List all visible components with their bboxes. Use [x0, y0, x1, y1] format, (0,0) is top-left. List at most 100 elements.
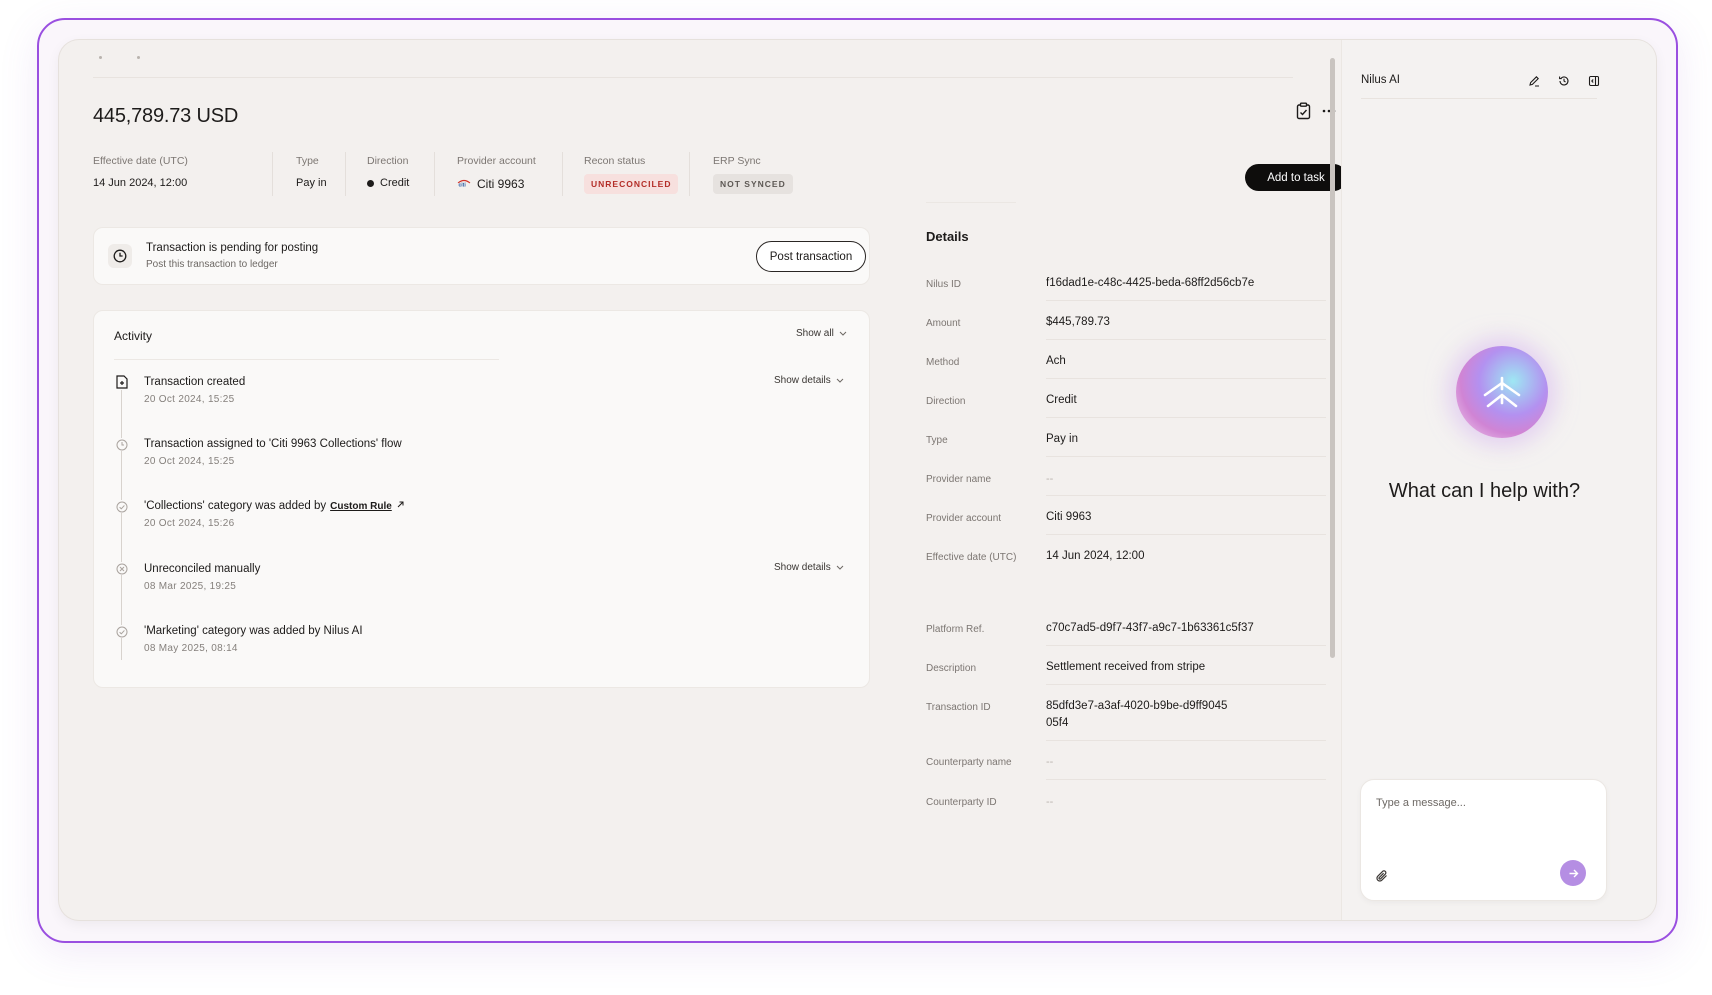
event-title: Transaction assigned to 'Citi 9963 Colle… — [144, 438, 402, 450]
detail-label: Description — [926, 663, 977, 674]
divider — [1361, 98, 1597, 99]
event-title-text: 'Collections' category was added by — [144, 500, 327, 512]
detail-value: -- — [1046, 796, 1054, 808]
divider — [1046, 339, 1326, 340]
clock-icon — [115, 438, 128, 451]
detail-label: Amount — [926, 318, 961, 329]
detail-label: Type — [926, 435, 948, 446]
citi-logo-icon: citi — [457, 178, 471, 190]
chevron-down-icon — [836, 375, 844, 386]
scrollbar[interactable] — [1330, 58, 1335, 658]
meta-erp-sync: ERP Sync NOT SYNCED — [713, 155, 793, 194]
nilus-ai-logo-icon — [1456, 346, 1548, 438]
event-time: 08 Mar 2025, 19:25 — [144, 581, 237, 592]
event-title: 'Marketing' category was added by Nilus … — [144, 625, 363, 637]
panel-toggle-icon[interactable] — [1582, 69, 1606, 93]
divider — [1046, 300, 1326, 301]
detail-label: Platform Ref. — [926, 624, 985, 635]
meta-value: citi Citi 9963 — [457, 177, 536, 191]
detail-label: Nilus ID — [926, 279, 962, 290]
meta-direction: Direction Credit — [367, 155, 409, 189]
meta-separator — [272, 152, 273, 196]
show-details-button[interactable]: Show details — [774, 562, 844, 573]
history-icon[interactable] — [1552, 69, 1576, 93]
activity-card: Activity Show all Transaction created 20… — [93, 310, 870, 688]
detail-label: Provider name — [926, 474, 992, 485]
detail-value: 14 Jun 2024, 12:00 — [1046, 550, 1145, 562]
meta-separator — [434, 152, 435, 196]
meta-value: Pay in — [296, 177, 327, 189]
credit-dot-icon — [367, 179, 374, 187]
show-all-label: Show all — [796, 328, 834, 339]
app-window: 445,789.73 USD Effective date (UTC) 14 J… — [59, 40, 1656, 920]
meta-separator — [689, 152, 690, 196]
divider — [1046, 779, 1326, 780]
more-horizontal-icon[interactable] — [1317, 99, 1341, 123]
file-plus-icon — [114, 374, 129, 389]
detail-value: Pay in — [1046, 433, 1078, 445]
x-circle-icon — [115, 562, 128, 575]
event-time: 08 May 2025, 08:14 — [144, 643, 238, 654]
clipboard-icon[interactable] — [1291, 99, 1315, 123]
meta-value: 14 Jun 2024, 12:00 — [93, 177, 188, 189]
meta-label: Recon status — [584, 155, 646, 167]
detail-label: Direction — [926, 396, 966, 407]
svg-text:citi: citi — [459, 183, 467, 187]
meta-effective-date: Effective date (UTC) 14 Jun 2024, 12:00 — [93, 155, 188, 189]
show-details-button[interactable]: Show details — [774, 375, 844, 386]
detail-value: c70c7ad5-d9f7-43f7-a9c7-1b63361c5f37 — [1046, 622, 1254, 634]
provider-account-value: Citi 9963 — [477, 177, 525, 191]
detail-value: -- — [1046, 473, 1054, 485]
edit-icon[interactable] — [1522, 69, 1546, 93]
send-button[interactable] — [1560, 860, 1586, 886]
detail-value: Settlement received from stripe — [1046, 661, 1206, 673]
divider — [1046, 645, 1326, 646]
external-link-icon[interactable] — [396, 500, 405, 512]
meta-label: ERP Sync — [713, 155, 761, 167]
detail-label: Counterparty ID — [926, 797, 997, 808]
check-circle-icon — [115, 500, 128, 513]
meta-label: Provider account — [457, 155, 536, 167]
meta-recon-status: Recon status UNRECONCILED — [584, 155, 679, 194]
meta-separator — [345, 152, 346, 196]
breadcrumb-dot — [99, 56, 102, 59]
attachment-icon[interactable] — [1375, 869, 1389, 888]
timeline-line — [121, 390, 122, 660]
meta-type: Type Pay in — [296, 155, 327, 189]
event-title: Unreconciled manually — [144, 563, 261, 575]
divider — [1046, 456, 1326, 457]
show-all-button[interactable]: Show all — [796, 328, 847, 339]
divider — [1046, 740, 1326, 741]
divider — [1046, 417, 1326, 418]
event-time: 20 Oct 2024, 15:25 — [144, 456, 235, 467]
divider — [1046, 684, 1326, 685]
detail-value: f16dad1e-c48c-4425-beda-68ff2d56cb7e — [1046, 277, 1255, 289]
detail-value: Ach — [1046, 355, 1066, 367]
event-time: 20 Oct 2024, 15:26 — [144, 518, 235, 529]
event-time: 20 Oct 2024, 15:25 — [144, 394, 235, 405]
divider — [1046, 378, 1326, 379]
meta-value: Credit — [367, 177, 409, 189]
erp-sync-badge: NOT SYNCED — [713, 174, 793, 194]
divider — [114, 359, 499, 360]
divider — [1046, 534, 1326, 535]
detail-value: -- — [1046, 756, 1054, 768]
pending-title: Transaction is pending for posting — [146, 242, 319, 254]
show-details-label: Show details — [774, 375, 831, 386]
message-input[interactable]: Type a message... — [1376, 797, 1466, 809]
message-input-box[interactable]: Type a message... — [1360, 779, 1607, 901]
custom-rule-link[interactable]: Custom Rule — [330, 501, 392, 512]
post-transaction-button[interactable]: Post transaction — [756, 241, 866, 272]
divider — [926, 202, 1016, 203]
divider — [1046, 495, 1326, 496]
page-title: 445,789.73 USD — [93, 105, 239, 127]
detail-value: Citi 9963 — [1046, 511, 1092, 523]
meta-label: Type — [296, 155, 319, 167]
detail-label: Provider account — [926, 513, 1002, 524]
pending-posting-card: Transaction is pending for posting Post … — [93, 227, 870, 285]
chevron-down-icon — [839, 328, 847, 339]
clock-icon — [108, 244, 132, 268]
detail-value-continued: 05f4 — [1046, 717, 1069, 729]
detail-value: Credit — [1046, 394, 1077, 406]
detail-label: Method — [926, 357, 960, 368]
